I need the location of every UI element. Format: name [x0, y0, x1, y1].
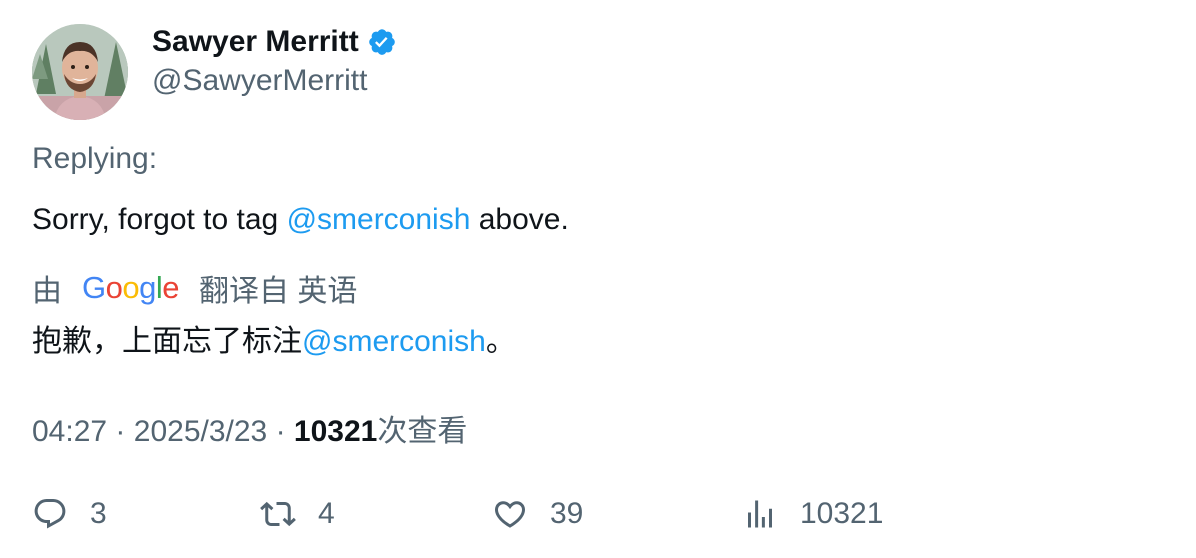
translation-suffix: 翻译自 英语 [199, 275, 358, 308]
tweet-text-before: Sorry, forgot to tag [32, 203, 287, 236]
display-name[interactable]: Sawyer Merritt [152, 25, 359, 59]
reply-button[interactable]: 3 [32, 490, 107, 538]
tweet-text: Sorry, forgot to tag @smerconish above. [32, 203, 569, 237]
retweet-button[interactable]: 4 [260, 490, 335, 538]
heart-icon [494, 501, 526, 528]
translated-text-after: 。 [485, 325, 516, 358]
action-bar: 3 4 39 10321 [0, 490, 1196, 538]
avatar-image [32, 24, 128, 120]
tweet-time[interactable]: 04:27 [32, 415, 107, 448]
verified-badge-icon[interactable] [367, 27, 397, 57]
translated-text-before: 抱歉，上面忘了标注 [32, 325, 302, 358]
views-count: 10321 [293, 415, 378, 448]
analytics-icon [748, 500, 772, 528]
tweet-meta: 04:27 · 2025/3/23 · 10321次查看 [32, 406, 467, 450]
views-action-count: 10321 [800, 497, 884, 530]
meta-separator: · [275, 415, 286, 448]
avatar[interactable] [32, 24, 128, 120]
retweet-count: 4 [318, 497, 335, 530]
reply-count: 3 [90, 497, 107, 530]
replying-label: Replying: [32, 142, 158, 175]
reply-icon [34, 499, 66, 529]
translated-mention-link[interactable]: @smerconish [302, 325, 486, 358]
mention-link[interactable]: @smerconish [287, 203, 471, 236]
like-count: 39 [550, 497, 584, 530]
author-handle[interactable]: @SawyerMerritt [152, 64, 367, 98]
tweet-text-after: above. [470, 203, 569, 236]
tweet-date[interactable]: 2025/3/23 [134, 415, 267, 448]
translation-attribution: 由 Google 翻译自 英语 [32, 268, 357, 308]
google-logo: Google [82, 270, 180, 305]
retweet-icon [260, 501, 296, 527]
author-name-row: Sawyer Merritt [152, 22, 397, 62]
views-button[interactable]: 10321 [742, 490, 883, 538]
meta-separator: · [115, 415, 126, 448]
views-label: 次查看 [377, 415, 468, 448]
like-button[interactable]: 39 [492, 490, 583, 538]
translation-prefix: 由 [32, 275, 62, 308]
translated-text: 抱歉，上面忘了标注@smerconish。 [32, 316, 516, 360]
